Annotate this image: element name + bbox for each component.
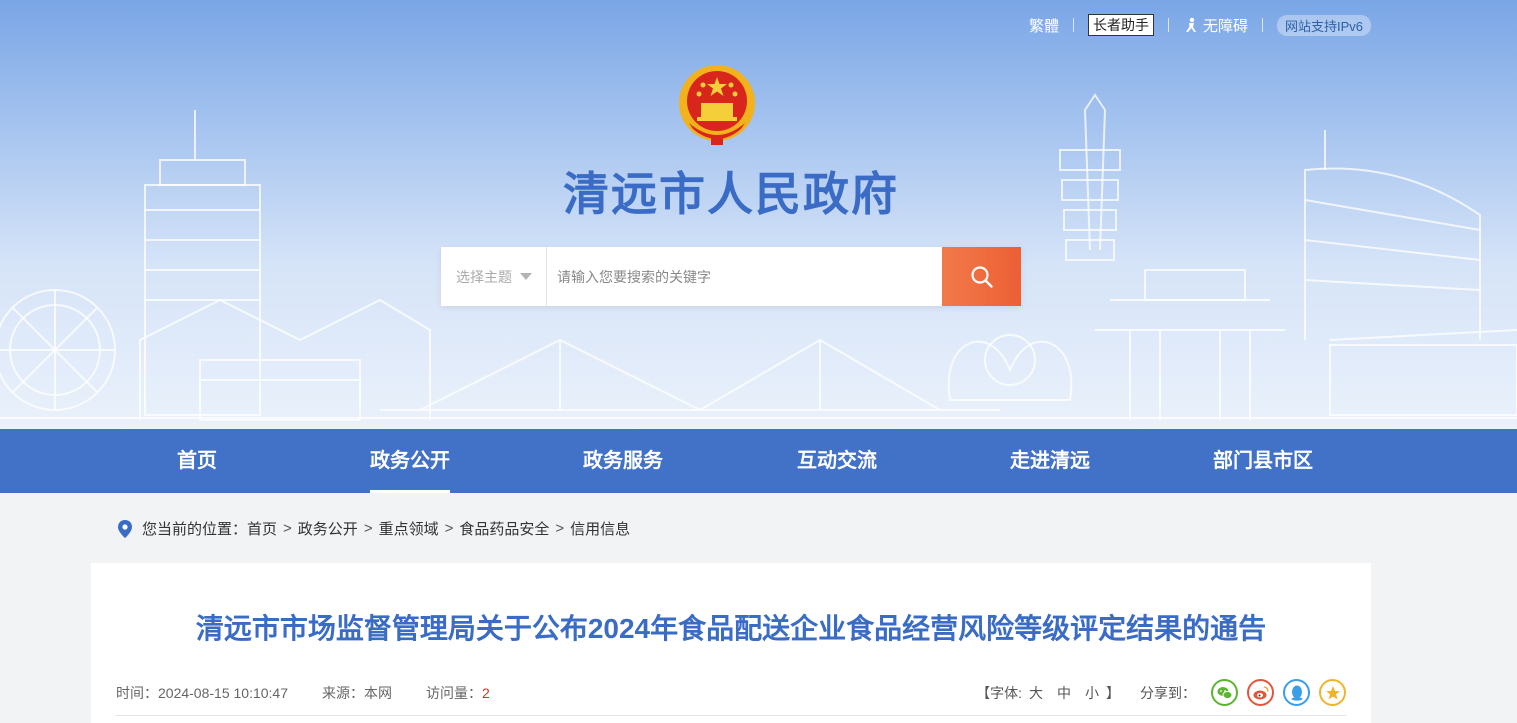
breadcrumb-separator: >	[283, 520, 292, 537]
divider	[1072, 18, 1074, 32]
search-bar: 选择主题	[441, 247, 1021, 306]
traditional-chinese-link[interactable]: 繁體	[1029, 15, 1059, 36]
national-emblem-icon	[679, 65, 755, 145]
share-wechat-button[interactable]	[1211, 679, 1238, 706]
topic-select-label: 选择主题	[456, 268, 512, 285]
source-value: 本网	[364, 685, 392, 701]
weibo-icon	[1253, 685, 1269, 699]
breadcrumb-food-drug-safety[interactable]: 食品药品安全	[459, 518, 549, 539]
caret-down-icon	[520, 273, 532, 280]
location-pin-icon	[118, 519, 132, 538]
breadcrumb-separator: >	[363, 520, 373, 537]
divider	[1261, 18, 1263, 32]
breadcrumb-separator: >	[555, 520, 565, 537]
view-count: 访问量：2	[426, 683, 490, 703]
site-title: 清远市人民政府	[563, 168, 899, 220]
publish-time-value: 2024-08-15 10:10:47	[158, 685, 288, 701]
views-label: 访问量：	[426, 685, 482, 701]
nav-item-departments-counties[interactable]: 部门县市区	[1203, 429, 1323, 493]
publish-time-label: 时间：	[116, 685, 158, 701]
search-icon	[970, 265, 993, 288]
font-size-medium[interactable]: 中	[1057, 683, 1071, 703]
top-utility-bar: 繁體 长者助手 无障碍 网站支持IPv6	[1029, 14, 1371, 36]
article-title: 清远市市场监督管理局关于公布2024年食品配送企业食品经营风险等级评定结果的通告	[195, 613, 1267, 644]
breadcrumb-government-affairs[interactable]: 政务公开	[298, 518, 358, 539]
search-input[interactable]	[547, 247, 942, 306]
font-size-close: 】	[1106, 684, 1120, 701]
elder-assistant-label: 长者助手	[1092, 17, 1149, 33]
main-nav: 首页 政务公开 政务服务 互动交流 走进清远 部门县市区	[0, 429, 1517, 493]
views-value: 2	[482, 685, 490, 701]
share-weibo-button[interactable]	[1247, 679, 1274, 706]
breadcrumb-separator: >	[444, 520, 454, 537]
accessibility-person-icon	[1185, 17, 1196, 32]
font-size-label: 【字体:	[976, 684, 1022, 701]
article-card: 清远市市场监督管理局关于公布2024年食品配送企业食品经营风险等级评定结果的通告…	[91, 563, 1371, 723]
breadcrumb-home[interactable]: 首页	[247, 518, 277, 539]
source-label: 来源：	[322, 685, 364, 701]
search-button[interactable]	[942, 247, 1021, 306]
breadcrumb-prefix: 您当前的位置：	[142, 521, 248, 538]
divider	[1167, 18, 1169, 32]
share-qzone-button[interactable]	[1319, 679, 1346, 706]
article-tools: 【字体: 大 中 小 】 分享到：	[976, 679, 1346, 706]
nav-item-government-affairs[interactable]: 政务公开	[350, 429, 470, 493]
publish-time: 时间：2024-08-15 10:10:47	[116, 683, 288, 703]
article-meta: 时间：2024-08-15 10:10:47 来源：本网 访问量：2	[116, 683, 524, 703]
qzone-icon	[1325, 685, 1340, 699]
font-size-large[interactable]: 大	[1029, 683, 1043, 703]
breadcrumb: 您当前的位置： 首页 > 政务公开 > 重点领域 > 食品药品安全 > 信用信息	[118, 518, 630, 539]
breadcrumb-credit-info[interactable]: 信用信息	[570, 518, 630, 539]
font-size-small[interactable]: 小	[1085, 683, 1099, 703]
header-banner: 繁體 长者助手 无障碍 网站支持IPv6 清远市人民政府 选择主题	[0, 0, 1517, 429]
elder-assistant-button[interactable]: 长者助手	[1087, 14, 1154, 36]
share-qq-button[interactable]	[1283, 679, 1310, 706]
qq-icon	[1291, 685, 1302, 701]
topic-select[interactable]: 选择主题	[441, 247, 547, 306]
nav-item-about-qingyuan[interactable]: 走进清远	[990, 429, 1110, 493]
nav-item-government-services[interactable]: 政务服务	[563, 429, 683, 493]
accessibility-label: 无障碍	[1202, 17, 1248, 35]
wechat-icon	[1217, 686, 1232, 699]
share-label: 分享到：	[1140, 684, 1196, 701]
accessibility-link[interactable]: 无障碍	[1183, 15, 1248, 36]
meta-divider	[116, 715, 1346, 716]
article-source: 来源：本网	[322, 683, 392, 703]
nav-item-home[interactable]: 首页	[137, 429, 257, 493]
nav-item-interaction[interactable]: 互动交流	[777, 429, 897, 493]
ipv6-badge: 网站支持IPv6	[1276, 14, 1371, 36]
breadcrumb-key-areas[interactable]: 重点领域	[379, 518, 439, 539]
